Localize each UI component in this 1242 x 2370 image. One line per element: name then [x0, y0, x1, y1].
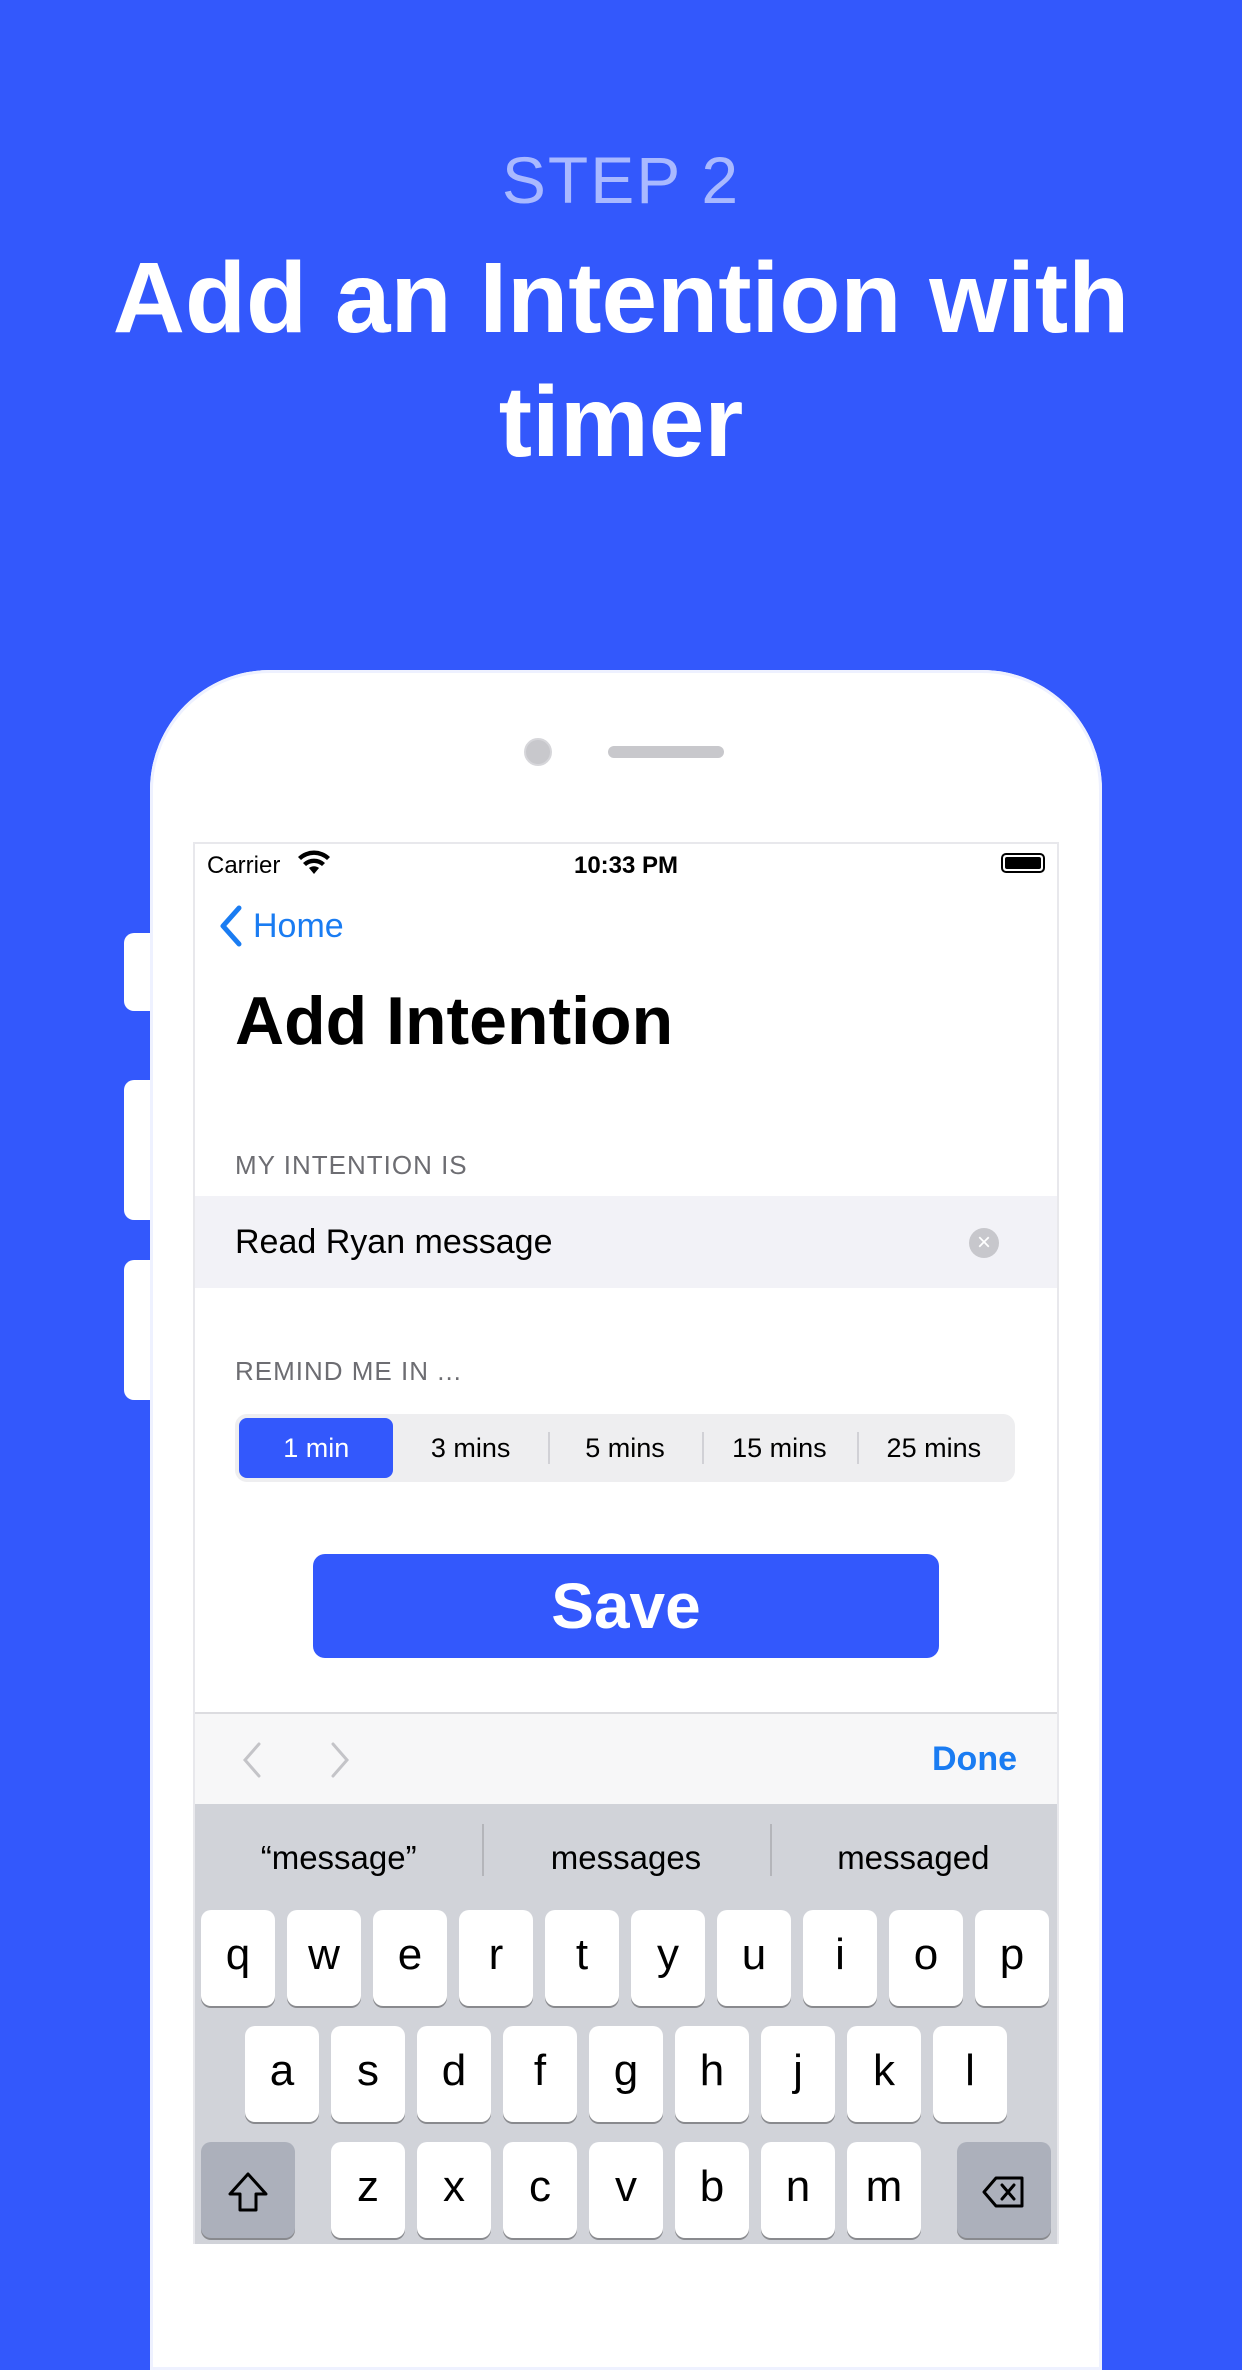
clear-text-icon[interactable]: × — [969, 1228, 999, 1258]
key-t[interactable]: t — [545, 1910, 619, 2006]
key-l[interactable]: l — [933, 2026, 1007, 2122]
key-x[interactable]: x — [417, 2142, 491, 2238]
key-w[interactable]: w — [287, 1910, 361, 2006]
back-button[interactable]: Home — [215, 898, 344, 954]
intention-input[interactable] — [235, 1196, 935, 1288]
keyboard-accessory-bar: Done — [195, 1712, 1057, 1806]
status-bar: Carrier 10:33 PM — [195, 844, 1057, 884]
phone-side-button-volume-down — [124, 1260, 152, 1400]
key-d[interactable]: d — [417, 2026, 491, 2122]
camera-icon — [524, 738, 552, 766]
done-button[interactable]: Done — [932, 1740, 1017, 1779]
key-s[interactable]: s — [331, 2026, 405, 2122]
key-r[interactable]: r — [459, 1910, 533, 2006]
key-z[interactable]: z — [331, 2142, 405, 2238]
suggestion-bar: “message” messages messaged — [195, 1804, 1057, 1904]
intention-section-label: MY INTENTION IS — [235, 1150, 468, 1180]
backspace-key[interactable] — [957, 2142, 1051, 2238]
key-e[interactable]: e — [373, 1910, 447, 2006]
backspace-icon — [982, 2176, 1024, 2208]
keyboard-row-1: q w e r t y u i o p — [195, 1910, 1057, 2006]
promo-title: Add an Intention with timer — [112, 242, 1130, 478]
duration-segmented-control: 1 min 3 mins 5 mins 15 mins 25 mins — [235, 1414, 1015, 1482]
keyboard-row-3: z x c v b n m — [195, 2142, 1057, 2238]
duration-option-5-mins[interactable]: 5 mins — [547, 1418, 702, 1478]
suggestion-item[interactable]: messages — [482, 1804, 769, 1904]
phone-side-button-mute — [124, 933, 152, 1011]
key-v[interactable]: v — [589, 2142, 663, 2238]
page-title: Add Intention — [235, 983, 674, 1059]
next-field-icon[interactable] — [325, 1736, 355, 1784]
key-m[interactable]: m — [847, 2142, 921, 2238]
battery-icon — [1001, 853, 1045, 873]
key-o[interactable]: o — [889, 1910, 963, 2006]
phone-side-button-volume-up — [124, 1080, 152, 1220]
remind-section-label: REMIND ME IN ... — [235, 1356, 462, 1386]
key-q[interactable]: q — [201, 1910, 275, 2006]
duration-option-3-mins[interactable]: 3 mins — [393, 1418, 547, 1478]
key-h[interactable]: h — [675, 2026, 749, 2122]
status-time: 10:33 PM — [573, 852, 679, 879]
key-g[interactable]: g — [589, 2026, 663, 2122]
duration-option-15-mins[interactable]: 15 mins — [702, 1418, 856, 1478]
suggestion-item[interactable]: “message” — [195, 1804, 482, 1904]
keyboard-row-2: a s d f g h j k l — [195, 2026, 1057, 2122]
suggestion-item[interactable]: messaged — [769, 1804, 1057, 1904]
speaker-grille — [608, 746, 724, 758]
promo-step-label: STEP 2 — [501, 143, 741, 217]
shift-icon — [228, 2172, 268, 2212]
duration-option-25-mins[interactable]: 25 mins — [856, 1418, 1011, 1478]
key-c[interactable]: c — [503, 2142, 577, 2238]
previous-field-icon[interactable] — [237, 1736, 267, 1784]
duration-option-1-min[interactable]: 1 min — [239, 1418, 394, 1478]
phone-frame: Carrier 10:33 PM Home Add Intention MY I… — [150, 670, 1102, 2370]
key-i[interactable]: i — [803, 1910, 877, 2006]
chevron-left-icon — [220, 905, 242, 947]
key-y[interactable]: y — [631, 1910, 705, 2006]
key-j[interactable]: j — [761, 2026, 835, 2122]
phone-screen: Carrier 10:33 PM Home Add Intention MY I… — [193, 842, 1059, 2244]
intention-field-row: × — [195, 1196, 1057, 1288]
key-f[interactable]: f — [503, 2026, 577, 2122]
key-b[interactable]: b — [675, 2142, 749, 2238]
keyboard: “message” messages messaged q w e r t y … — [195, 1804, 1057, 2244]
key-k[interactable]: k — [847, 2026, 921, 2122]
save-button[interactable]: Save — [313, 1554, 939, 1658]
key-a[interactable]: a — [245, 2026, 319, 2122]
shift-key[interactable] — [201, 2142, 295, 2238]
back-button-label: Home — [253, 906, 344, 945]
key-u[interactable]: u — [717, 1910, 791, 2006]
key-p[interactable]: p — [975, 1910, 1049, 2006]
key-n[interactable]: n — [761, 2142, 835, 2238]
